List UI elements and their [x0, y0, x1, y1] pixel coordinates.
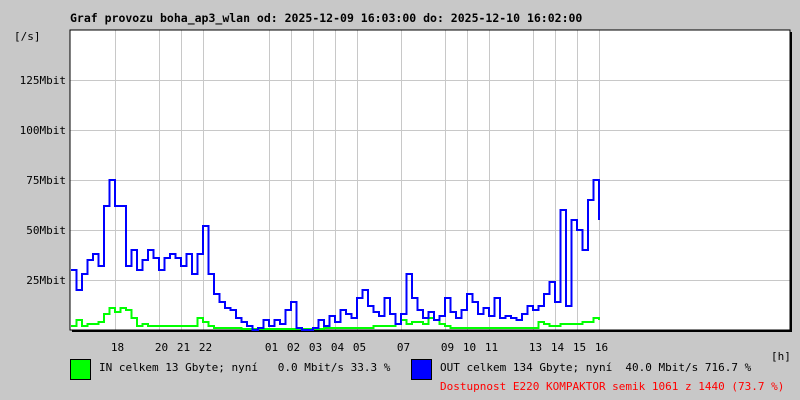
- x-tick-label: 10: [462, 341, 477, 354]
- x-tick-label: 16: [594, 341, 609, 354]
- x-tick-label: 21: [176, 341, 191, 354]
- x-tick-label: 09: [440, 341, 455, 354]
- legend-in-text: IN celkem 13 Gbyte; nyní 0.0 Mbit/s 33.3…: [99, 361, 391, 374]
- x-tick-label: 13: [528, 341, 543, 354]
- traffic-chart: [69, 29, 792, 332]
- x-tick-label: 22: [198, 341, 213, 354]
- y-tick-label: 75Mbit: [26, 173, 66, 187]
- y-tick-label: 25Mbit: [26, 273, 66, 287]
- y-tick-label: 125Mbit: [19, 73, 66, 87]
- legend-in-swatch: [70, 359, 91, 380]
- x-tick-label: 01: [264, 341, 279, 354]
- x-tick-label: 18: [110, 341, 125, 354]
- x-tick-label: 05: [352, 341, 367, 354]
- availability-text: Dostupnost E220 KOMPAKTOR semik 1061 z 1…: [440, 380, 785, 393]
- x-tick-label: 20: [154, 341, 169, 354]
- x-tick-label: 04: [330, 341, 345, 354]
- x-tick-label: 03: [308, 341, 323, 354]
- legend-out-text: OUT celkem 134 Gbyte; nyní 40.0 Mbit/s 7…: [440, 361, 752, 374]
- x-tick-label: 11: [484, 341, 499, 354]
- x-tick-label: 07: [396, 341, 411, 354]
- y-tick-label: 50Mbit: [26, 223, 66, 237]
- x-tick-label: 02: [286, 341, 301, 354]
- y-tick-label: 100Mbit: [19, 123, 66, 137]
- x-tick-label: 14: [550, 341, 565, 354]
- legend-out-swatch: [411, 359, 432, 380]
- x-tick-label: 15: [572, 341, 587, 354]
